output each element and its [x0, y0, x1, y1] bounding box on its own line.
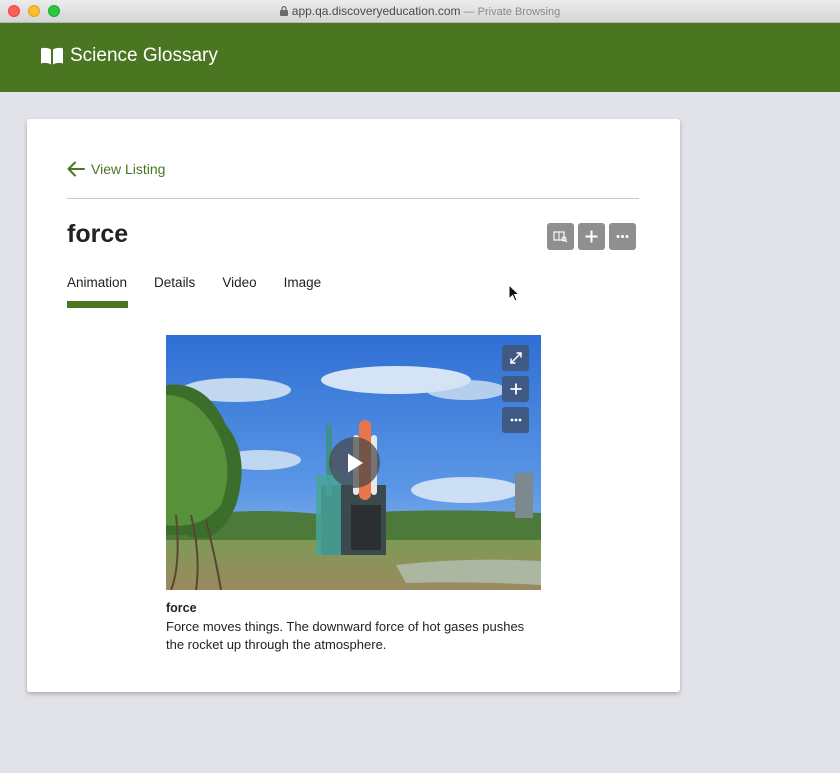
play-icon: [347, 453, 363, 472]
caption-title: force: [166, 601, 197, 615]
divider: [67, 198, 639, 199]
tab-animation[interactable]: Animation: [67, 274, 129, 308]
term-title: force: [67, 220, 129, 248]
more-icon: [510, 418, 521, 422]
url-text: app.qa.discoveryeducation.com: [291, 4, 461, 18]
plus-icon: [585, 230, 598, 243]
term-actions: [547, 223, 640, 250]
animation-player[interactable]: [166, 335, 541, 590]
lock-icon: [279, 6, 288, 16]
media-add-button[interactable]: [502, 376, 529, 402]
app-title[interactable]: Science Glossary: [70, 44, 218, 68]
view-listing-label: View Listing: [91, 161, 166, 177]
more-options-button[interactable]: [609, 223, 636, 250]
media-more-button[interactable]: [502, 407, 529, 433]
tab-bar: Animation Details Video Image: [67, 274, 348, 308]
fullscreen-button[interactable]: [502, 345, 529, 371]
add-button[interactable]: [578, 223, 605, 250]
caption-text: Force moves things. The downward force o…: [166, 619, 525, 652]
arrow-left-icon: [67, 161, 85, 177]
view-listing-link[interactable]: View Listing: [67, 159, 165, 179]
term-card: View Listing force Animation Details Vid…: [27, 119, 680, 692]
expand-icon: [509, 352, 522, 364]
browser-titlebar: app.qa.discoveryeducation.com — Private …: [0, 0, 840, 23]
mouse-cursor-icon: [508, 284, 520, 302]
book-open-icon: [41, 47, 63, 65]
play-button[interactable]: [329, 437, 380, 488]
more-icon: [616, 235, 629, 238]
app-header: Science Glossary: [0, 23, 840, 92]
address-bar[interactable]: app.qa.discoveryeducation.com — Private …: [0, 4, 840, 20]
dictionary-icon: [553, 231, 568, 243]
tab-image[interactable]: Image: [284, 274, 322, 308]
tab-details[interactable]: Details: [154, 274, 195, 308]
plus-icon: [510, 383, 521, 395]
dictionary-button[interactable]: [547, 223, 574, 250]
tab-video[interactable]: Video: [222, 274, 256, 308]
private-browsing-label: — Private Browsing: [460, 6, 561, 18]
